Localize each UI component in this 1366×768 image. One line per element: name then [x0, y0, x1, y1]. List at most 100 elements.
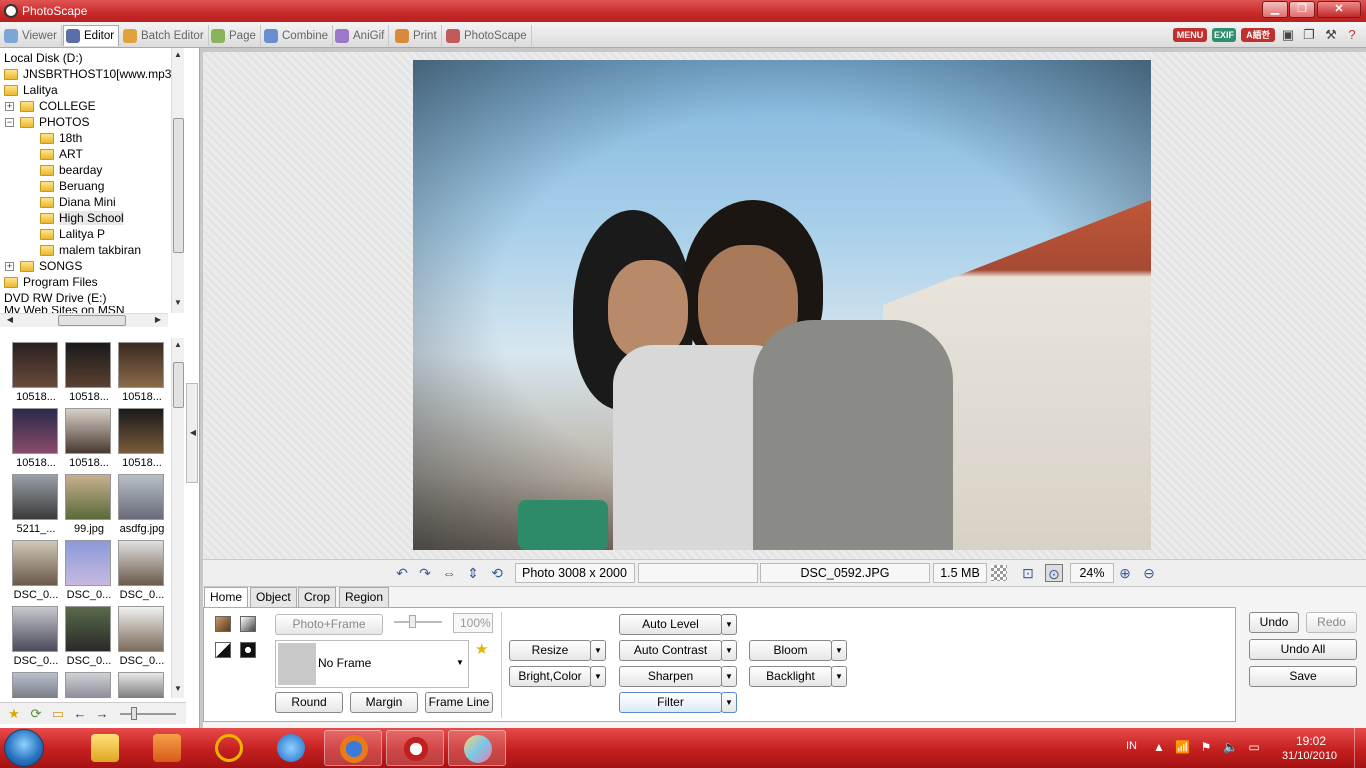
expand-icon[interactable]: +	[5, 102, 14, 111]
scrollbar-thumb[interactable]	[58, 315, 126, 326]
scroll-down-icon[interactable]: ▼	[172, 684, 184, 693]
filter-button[interactable]: Filter	[619, 692, 722, 713]
flip-vertical-icon[interactable]: ⇕	[464, 564, 482, 582]
scroll-left-icon[interactable]: ◀	[4, 315, 16, 324]
taskbar-media-player[interactable]	[138, 730, 196, 766]
scroll-up-icon[interactable]: ▲	[172, 340, 184, 349]
tab-region[interactable]: Region	[339, 587, 390, 607]
tree-item[interactable]: bearday	[40, 162, 102, 178]
tree-item[interactable]: Diana Mini	[40, 194, 116, 210]
volume-icon[interactable]: 🔈	[1223, 740, 1238, 754]
thumbnail-item[interactable]: 10518...	[62, 342, 114, 406]
bright-color-button[interactable]: Bright,Color	[509, 666, 591, 687]
save-button[interactable]: Save	[1249, 666, 1357, 687]
taskbar-internet-explorer[interactable]	[262, 730, 320, 766]
tools-icon[interactable]: ⚒	[1323, 27, 1339, 43]
tree-item[interactable]: Beruang	[40, 178, 104, 194]
zoom-in-icon[interactable]: ⊕	[1116, 564, 1134, 582]
bright-color-dropdown[interactable]: ▼	[590, 666, 606, 687]
auto-level-dropdown[interactable]: ▼	[721, 614, 737, 635]
tree-item[interactable]: SONGS	[20, 258, 82, 274]
tree-item[interactable]: Lalitya	[4, 82, 58, 98]
thumbnail-item[interactable]: 99.jpg	[62, 474, 114, 538]
round-button[interactable]: Round	[275, 692, 343, 713]
tree-item[interactable]: 18th	[40, 130, 82, 146]
tree-item[interactable]: JNSBRTHOST10[www.mp3	[4, 66, 171, 82]
forward-arrow-icon[interactable]: →	[94, 706, 110, 722]
auto-level-button[interactable]: Auto Level	[619, 614, 722, 635]
thumbnail-item[interactable]: 10518...	[115, 408, 167, 472]
action-center-flag-icon[interactable]: ⚑	[1199, 740, 1213, 754]
frame-line-button[interactable]: Frame Line	[425, 692, 493, 713]
photo-preview[interactable]	[413, 60, 1151, 550]
margin-button[interactable]: Margin	[350, 692, 418, 713]
clock-date[interactable]: 31/10/2010	[1282, 750, 1337, 762]
thumbnail-item[interactable]	[115, 672, 167, 698]
thumbnail-item[interactable]: DSC_0...	[62, 540, 114, 604]
thumbnail-item[interactable]: 10518...	[9, 342, 61, 406]
thumbnail-item[interactable]: DSC_0...	[9, 606, 61, 670]
negative-icon[interactable]	[240, 642, 256, 658]
tree-item[interactable]: DVD RW Drive (E:)	[4, 290, 106, 306]
tab-anigif[interactable]: AniGif	[333, 25, 390, 46]
thumbnail-item[interactable]: DSC_0...	[9, 540, 61, 604]
tree-item[interactable]: PHOTOS	[20, 114, 89, 130]
copy-icon[interactable]: ❐	[1301, 27, 1317, 43]
flip-horizontal-icon[interactable]: ⇔	[440, 564, 458, 582]
close-button[interactable]: ✕	[1317, 1, 1361, 18]
rotate-arbitrary-icon[interactable]: ⟲	[488, 564, 506, 582]
sharpen-dropdown[interactable]: ▼	[721, 666, 737, 687]
backlight-button[interactable]: Backlight	[749, 666, 832, 687]
scroll-right-icon[interactable]: ▶	[152, 315, 164, 324]
tab-editor[interactable]: Editor	[63, 25, 120, 46]
undo-all-button[interactable]: Undo All	[1249, 639, 1357, 660]
zoom-out-icon[interactable]: ⊖	[1140, 564, 1158, 582]
tree-item[interactable]: COLLEGE	[20, 98, 96, 114]
tree-item[interactable]: ART	[40, 146, 83, 162]
thumbnail-item[interactable]	[62, 672, 114, 698]
resize-button[interactable]: Resize	[509, 640, 591, 661]
favorite-star-icon[interactable]: ★	[475, 640, 488, 658]
grayscale-icon[interactable]	[240, 616, 256, 632]
thumbnail-size-slider[interactable]	[120, 713, 176, 715]
thumbnail-item[interactable]: 5211_...	[9, 474, 61, 538]
sepia-icon[interactable]	[215, 616, 231, 632]
input-language[interactable]: IN	[1126, 740, 1137, 752]
scrollbar-thumb[interactable]	[173, 118, 184, 253]
taskbar-paint[interactable]	[448, 730, 506, 766]
scroll-up-icon[interactable]: ▲	[172, 50, 184, 59]
backlight-dropdown[interactable]: ▼	[831, 666, 847, 687]
zoom-fit-icon[interactable]: ⊡	[1019, 564, 1037, 582]
thumbnail-scrollbar[interactable]: ▲ ▼	[171, 338, 184, 698]
transparency-icon[interactable]	[991, 565, 1007, 581]
panel-collapse-handle[interactable]: ◀	[186, 383, 198, 483]
rotate-left-icon[interactable]: ↶	[393, 564, 411, 582]
tab-page[interactable]: Page	[209, 25, 261, 46]
tab-object[interactable]: Object	[250, 587, 297, 607]
tree-scrollbar[interactable]: ▲ ▼	[171, 48, 184, 313]
tree-item[interactable]: Program Files	[4, 274, 98, 290]
show-desktop-button[interactable]	[1354, 728, 1366, 768]
tab-batch-editor[interactable]: Batch Editor	[121, 25, 209, 46]
thumbnail-item[interactable]: 10518...	[62, 408, 114, 472]
scroll-down-icon[interactable]: ▼	[172, 298, 184, 307]
filter-dropdown[interactable]: ▼	[721, 692, 737, 713]
display-icon[interactable]: ▭	[1247, 740, 1261, 754]
exif-button[interactable]: EXIF	[1212, 28, 1236, 42]
thumbnail-item[interactable]: DSC_0...	[115, 540, 167, 604]
language-button[interactable]: A語한	[1241, 28, 1275, 42]
back-arrow-icon[interactable]: ←	[72, 706, 88, 722]
minimize-button[interactable]: ▁	[1262, 1, 1288, 18]
tree-item[interactable]: Local Disk (D:)	[4, 50, 83, 66]
expand-icon[interactable]: +	[5, 262, 14, 271]
star-icon[interactable]: ★	[6, 706, 22, 722]
resize-dropdown[interactable]: ▼	[590, 640, 606, 661]
collapse-icon[interactable]: −	[5, 118, 14, 127]
bloom-button[interactable]: Bloom	[749, 640, 832, 661]
thumbnail-item[interactable]: asdfg.jpg	[115, 474, 167, 538]
thumbnail-item[interactable]: DSC_0...	[62, 606, 114, 670]
black-white-icon[interactable]	[215, 642, 231, 658]
sharpen-button[interactable]: Sharpen	[619, 666, 722, 687]
bloom-dropdown[interactable]: ▼	[831, 640, 847, 661]
slider-handle[interactable]	[131, 707, 137, 720]
